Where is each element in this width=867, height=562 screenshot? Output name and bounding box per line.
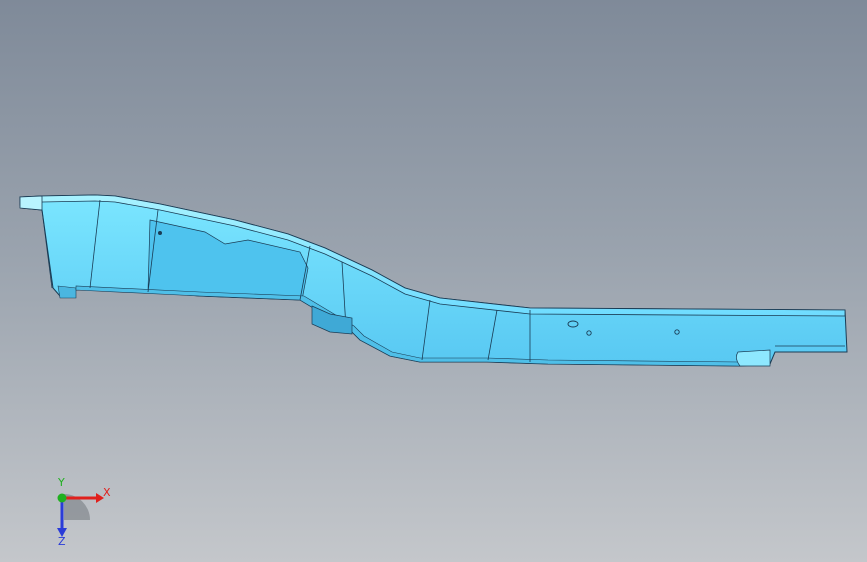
graphics-viewport[interactable]: X Y Z bbox=[0, 0, 867, 562]
rail-left-foot bbox=[57, 285, 77, 299]
z-axis-label: Z bbox=[58, 535, 66, 548]
frame-rail-model[interactable] bbox=[0, 0, 867, 562]
view-orientation-triad: X Y Z bbox=[40, 476, 120, 550]
y-axis-dot bbox=[57, 493, 67, 503]
y-axis-label: Y bbox=[58, 476, 65, 489]
round-hole bbox=[158, 231, 162, 235]
rail-left-end-tab bbox=[19, 195, 43, 211]
rail-right-end-hook bbox=[736, 349, 771, 367]
x-axis-label: X bbox=[103, 486, 111, 499]
rail-main-body[interactable] bbox=[19, 194, 848, 367]
